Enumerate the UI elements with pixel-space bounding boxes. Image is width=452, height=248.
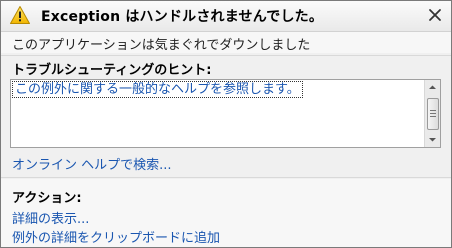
copy-details-link[interactable]: 例外の詳細をクリップボードに追加	[12, 227, 220, 246]
close-icon	[429, 9, 441, 21]
tip-item-general-help[interactable]: この例外に関する一般的なヘルプを参照します。	[12, 81, 303, 98]
dialog-header: Exception はハンドルされませんでした。	[1, 1, 451, 32]
chevron-up-icon	[429, 85, 436, 89]
view-details-link[interactable]: 詳細の表示...	[12, 208, 89, 227]
vertical-scrollbar[interactable]	[424, 80, 440, 147]
scroll-up-button[interactable]	[425, 80, 440, 95]
grip-line	[430, 113, 436, 114]
message-band: このアプリケーションは気まぐれでダウンしました	[1, 32, 451, 53]
online-help-link[interactable]: オンライン ヘルプで検索...	[12, 154, 172, 173]
scroll-down-button[interactable]	[425, 132, 440, 147]
troubleshooting-heading: トラブルシューティングのヒント:	[12, 63, 212, 78]
warning-icon	[9, 5, 31, 25]
scroll-thumb[interactable]	[427, 98, 439, 130]
divider	[1, 177, 451, 178]
divider	[1, 55, 451, 56]
exception-assistant-dialog: Exception はハンドルされませんでした。 このアプリケーションは気まぐれ…	[0, 0, 452, 248]
troubleshooting-tips-list[interactable]: この例外に関する一般的なヘルプを参照します。	[10, 79, 441, 148]
chevron-down-icon	[429, 138, 436, 142]
grip-line	[430, 110, 436, 111]
exception-message: このアプリケーションは気まぐれでダウンしました	[12, 38, 311, 53]
close-button[interactable]	[425, 5, 445, 25]
grip-line	[430, 116, 436, 117]
actions-heading: アクション:	[12, 191, 82, 206]
dialog-title: Exception はハンドルされませんでした。	[41, 9, 324, 25]
